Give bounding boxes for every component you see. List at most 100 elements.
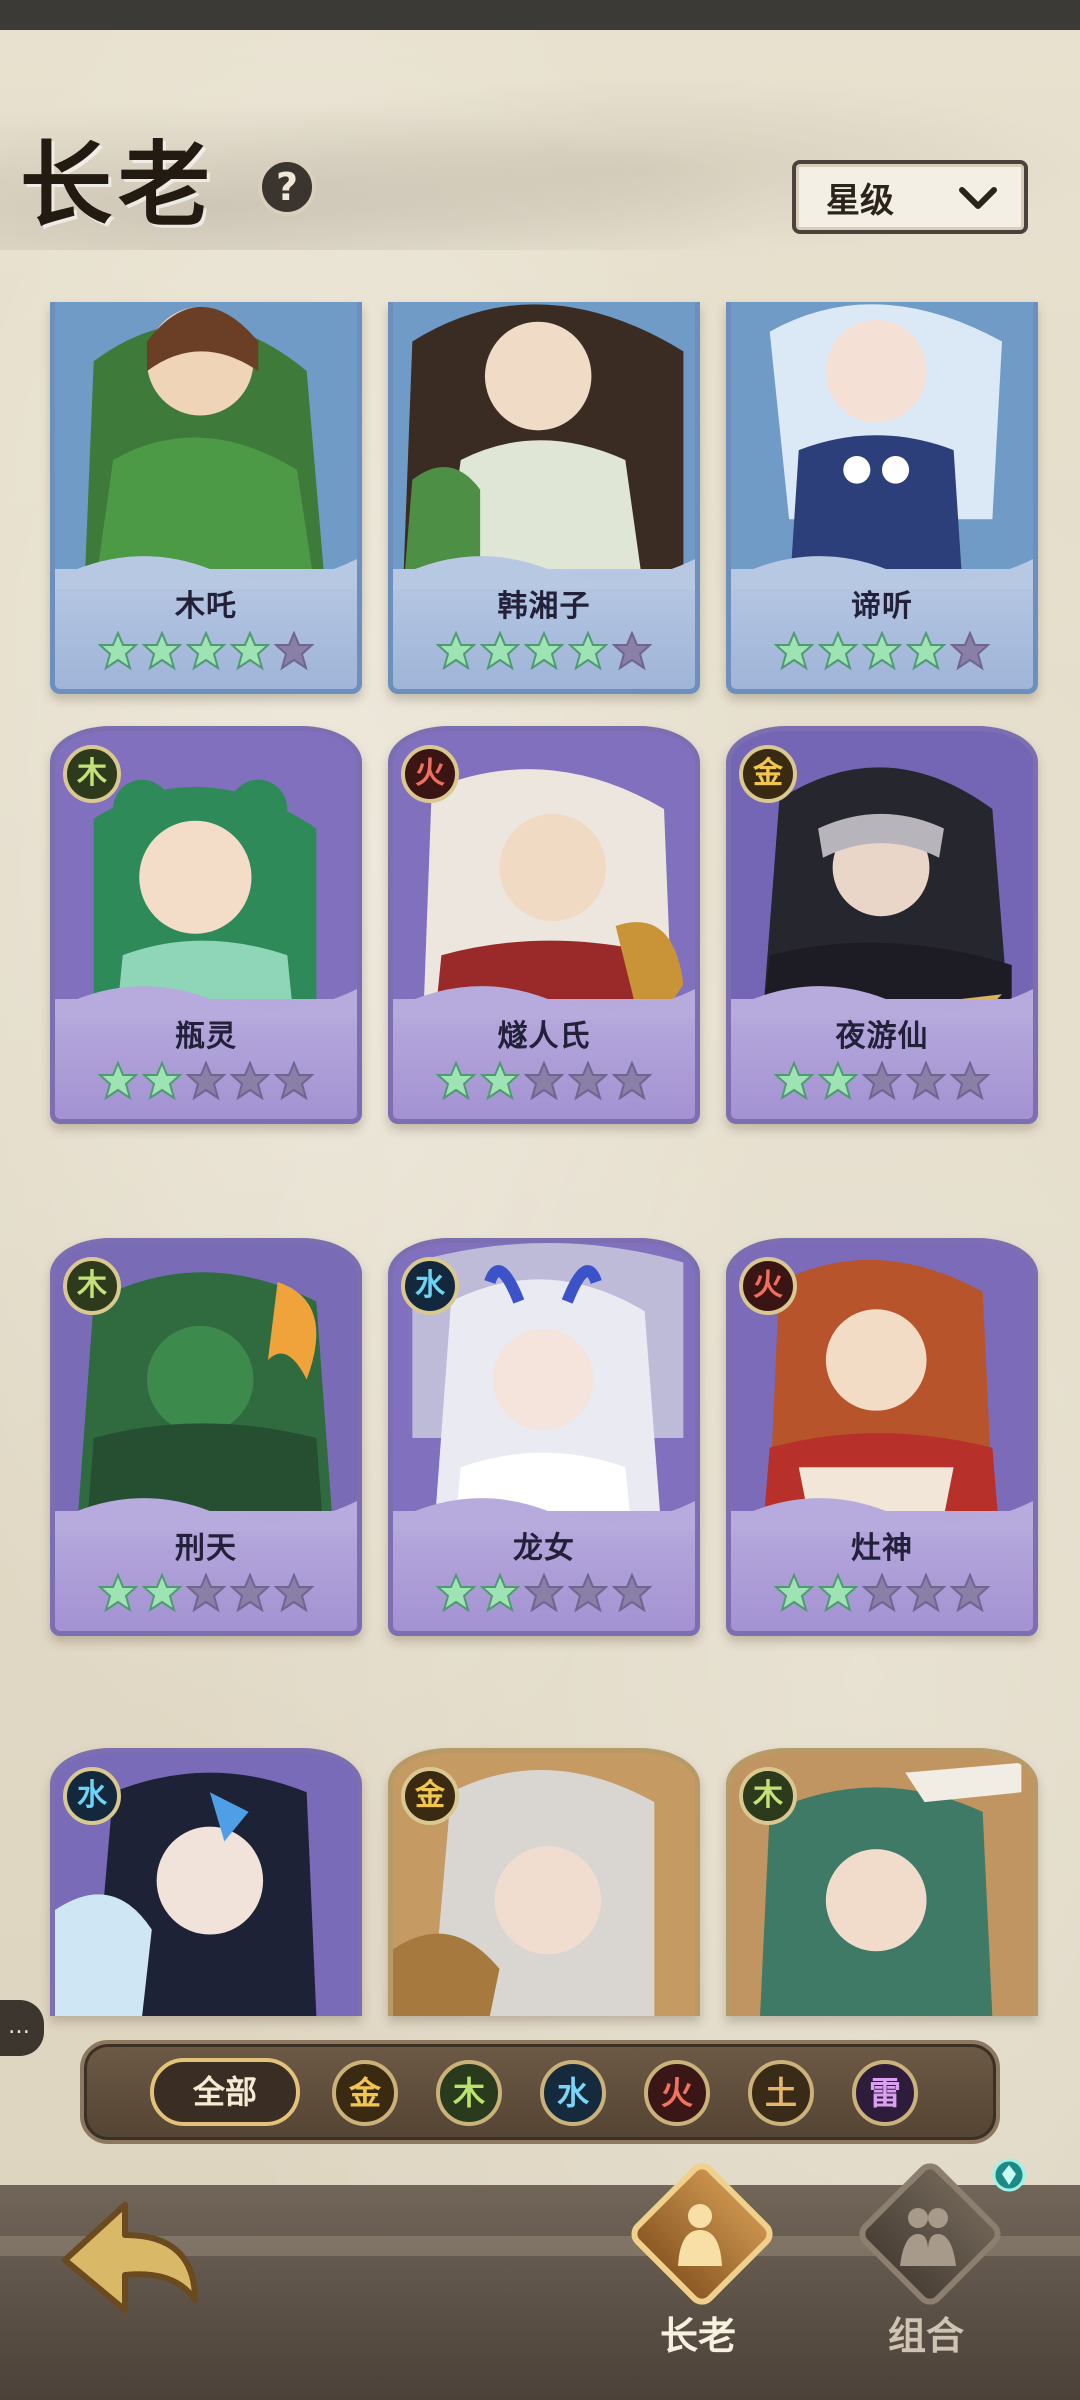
- star-empty-icon: [950, 631, 990, 671]
- chevron-down-icon: [959, 187, 997, 209]
- card-name: 刑天: [175, 1531, 237, 1566]
- star-empty-icon: [186, 1061, 226, 1101]
- filter-thunder-button[interactable]: 雷: [852, 2060, 918, 2126]
- star-empty-icon: [274, 631, 314, 671]
- back-arrow-icon[interactable]: [55, 2190, 205, 2330]
- element-badge-wood: 木: [63, 745, 121, 803]
- page-title: 长老: [20, 131, 217, 239]
- chat-bubble-icon: …: [8, 2014, 30, 2039]
- elder-card[interactable]: 谛听: [726, 302, 1038, 694]
- tab-elder-label: 长老: [659, 2314, 736, 2358]
- star-filled-icon: [774, 1061, 814, 1101]
- elder-card[interactable]: 火 燧人氏: [388, 726, 700, 1124]
- star-filled-icon: [774, 631, 814, 671]
- tab-elder[interactable]: 长老: [608, 2157, 788, 2360]
- star-empty-icon: [230, 1061, 270, 1101]
- star-rating: [731, 1061, 1033, 1101]
- star-rating: [55, 1061, 357, 1101]
- sort-dropdown[interactable]: 星级: [792, 160, 1028, 234]
- filter-wood-button[interactable]: 木: [436, 2060, 502, 2126]
- star-empty-icon: [612, 1061, 652, 1101]
- card-name: 燧人氏: [497, 1019, 591, 1054]
- star-empty-icon: [950, 1061, 990, 1101]
- card-name: 龙女: [513, 1531, 575, 1566]
- tab-combo-label: 组合: [887, 2314, 964, 2358]
- combo-figures-icon: [900, 2208, 956, 2266]
- elder-card[interactable]: 木: [726, 1748, 1038, 2016]
- card-name: 瓶灵: [175, 1019, 237, 1054]
- elder-card[interactable]: 木 瓶灵: [50, 726, 362, 1124]
- card-name: 夜游仙: [835, 1019, 929, 1054]
- card-name: 灶神: [851, 1531, 913, 1566]
- elder-card[interactable]: 水 龙女: [388, 1238, 700, 1636]
- element-badge-water: 水: [63, 1767, 121, 1825]
- star-filled-icon: [98, 1573, 138, 1613]
- star-filled-icon: [568, 631, 608, 671]
- element-badge-metal: 金: [401, 1767, 459, 1825]
- star-filled-icon: [230, 631, 270, 671]
- element-badge-metal: 金: [739, 745, 797, 803]
- help-button[interactable]: ?: [258, 158, 316, 216]
- elder-card[interactable]: 水: [50, 1748, 362, 2016]
- card-name: 谛听: [851, 589, 913, 624]
- sort-dropdown-label: 星级: [826, 180, 894, 221]
- star-filled-icon: [98, 1061, 138, 1101]
- star-filled-icon: [774, 1573, 814, 1613]
- star-empty-icon: [612, 631, 652, 671]
- card-name: 韩湘子: [497, 589, 591, 624]
- filter-earth-button[interactable]: 土: [748, 2060, 814, 2126]
- star-filled-icon: [818, 1061, 858, 1101]
- elder-card[interactable]: 韩湘子: [388, 302, 700, 694]
- star-filled-icon: [436, 631, 476, 671]
- filter-water-button[interactable]: 水: [540, 2060, 606, 2126]
- filter-fire-button[interactable]: 火: [644, 2060, 710, 2126]
- star-filled-icon: [818, 1573, 858, 1613]
- filter-all-button[interactable]: 全部: [150, 2058, 300, 2126]
- star-filled-icon: [142, 1061, 182, 1101]
- star-empty-icon: [906, 1573, 946, 1613]
- star-rating: [55, 631, 357, 671]
- element-filter-bar: 全部 金 木 水 火 土 雷: [80, 2040, 1000, 2144]
- element-badge-wood: 木: [739, 1767, 797, 1825]
- card-name: 木吒: [175, 589, 237, 624]
- star-filled-icon: [818, 631, 858, 671]
- element-badge-fire: 火: [739, 1257, 797, 1315]
- star-empty-icon: [612, 1573, 652, 1613]
- star-rating: [393, 631, 695, 671]
- star-empty-icon: [524, 1573, 564, 1613]
- star-filled-icon: [480, 1573, 520, 1613]
- star-filled-icon: [480, 1061, 520, 1101]
- elder-card[interactable]: 木吒: [50, 302, 362, 694]
- star-filled-icon: [524, 631, 564, 671]
- star-rating: [393, 1573, 695, 1613]
- star-filled-icon: [480, 631, 520, 671]
- star-empty-icon: [568, 1573, 608, 1613]
- filter-metal-button[interactable]: 金: [332, 2060, 398, 2126]
- star-empty-icon: [568, 1061, 608, 1101]
- elder-card[interactable]: 火 灶神: [726, 1238, 1038, 1636]
- star-empty-icon: [862, 1573, 902, 1613]
- star-filled-icon: [862, 631, 902, 671]
- element-badge-fire: 火: [401, 745, 459, 803]
- tab-combo[interactable]: 组合: [836, 2157, 1016, 2360]
- star-filled-icon: [98, 631, 138, 671]
- star-filled-icon: [906, 631, 946, 671]
- elder-card[interactable]: 木 刑天: [50, 1238, 362, 1636]
- notification-gem-icon: [992, 2158, 1026, 2192]
- chat-tab[interactable]: …: [0, 2000, 44, 2056]
- elder-card[interactable]: 金: [388, 1748, 700, 2016]
- star-filled-icon: [142, 1573, 182, 1613]
- status-bar: [0, 0, 1080, 30]
- star-rating: [55, 1573, 357, 1613]
- elder-card[interactable]: 金 夜游仙: [726, 726, 1038, 1124]
- element-badge-wood: 木: [63, 1257, 121, 1315]
- star-filled-icon: [436, 1061, 476, 1101]
- star-empty-icon: [274, 1061, 314, 1101]
- star-empty-icon: [186, 1573, 226, 1613]
- star-empty-icon: [906, 1061, 946, 1101]
- star-empty-icon: [950, 1573, 990, 1613]
- star-filled-icon: [142, 631, 182, 671]
- star-empty-icon: [274, 1573, 314, 1613]
- star-filled-icon: [186, 631, 226, 671]
- star-rating: [731, 1573, 1033, 1613]
